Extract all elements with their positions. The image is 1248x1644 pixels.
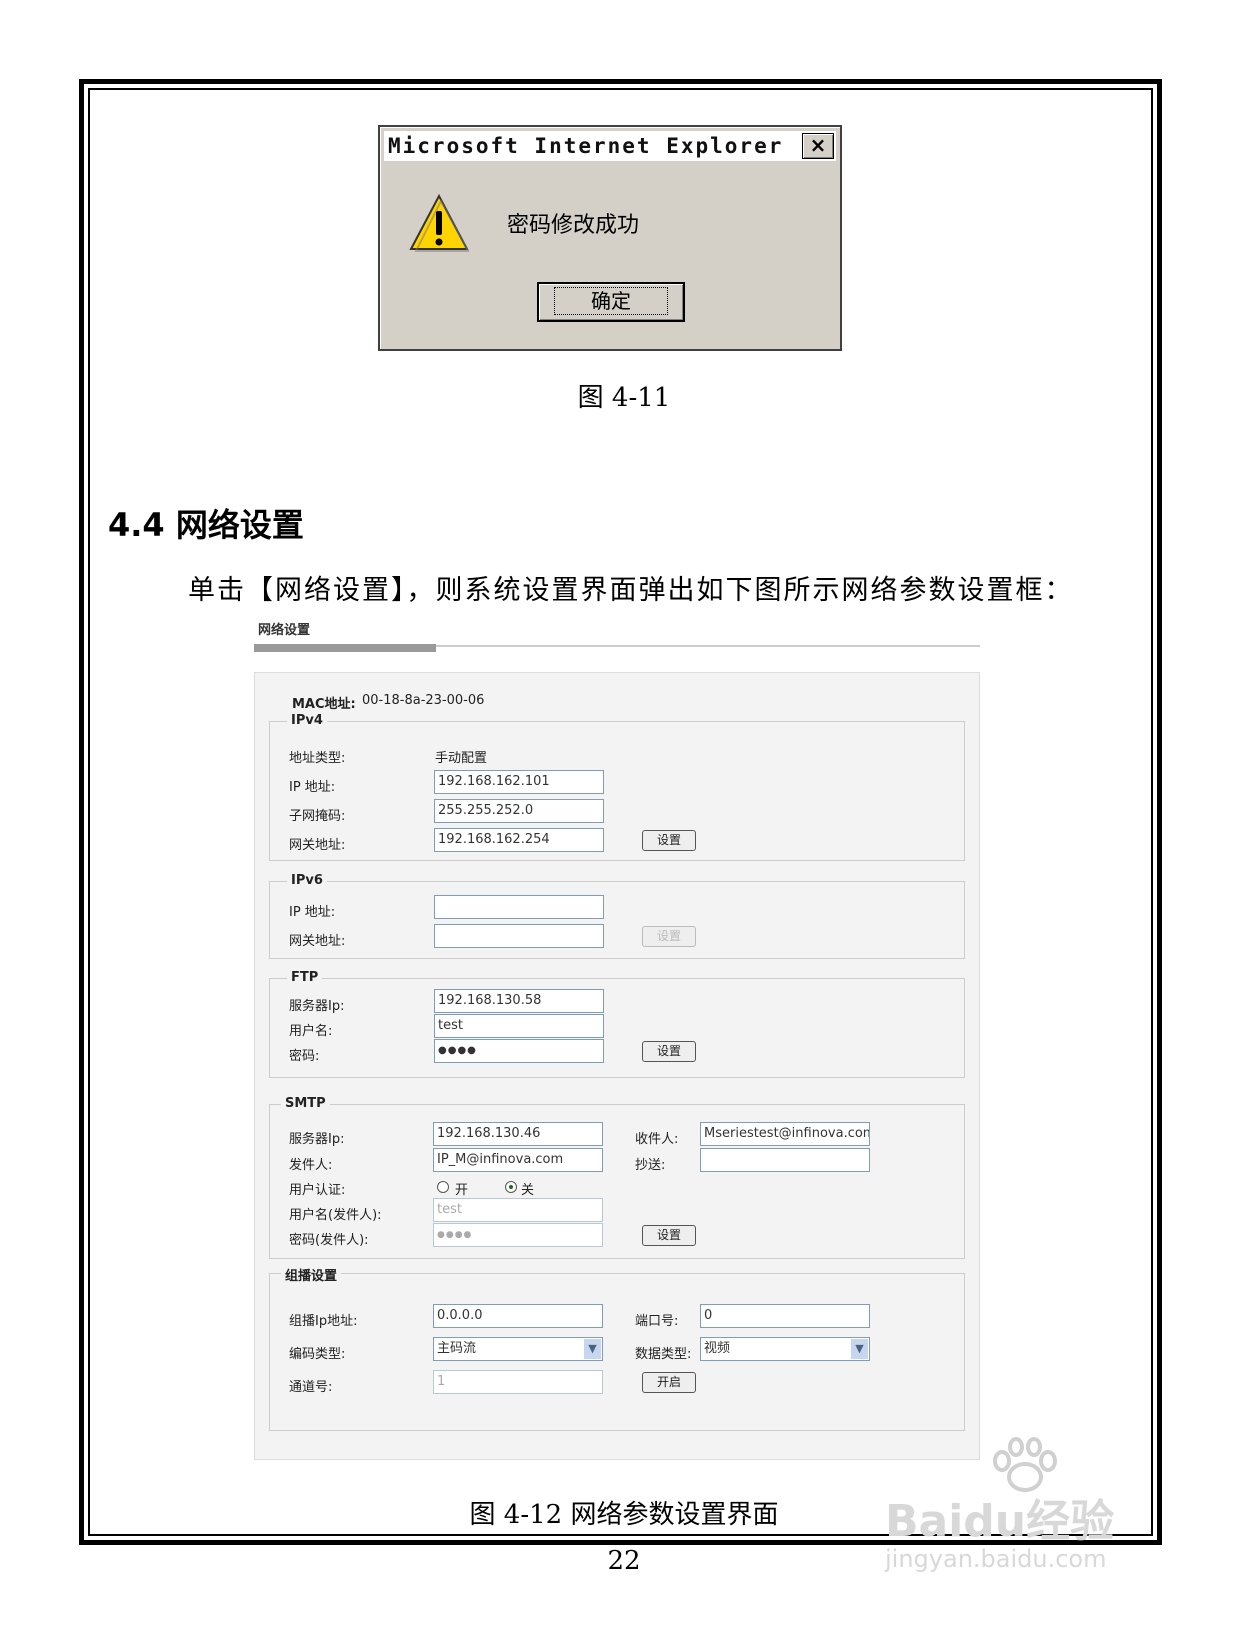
smtp-user-input[interactable]: test [433,1198,603,1222]
network-settings-title: 网络设置 [258,623,311,638]
auth-off-label: 关 [521,1183,535,1198]
ipv4-ip-label: IP 地址: [289,780,336,795]
settings-panel: MAC地址: 00-18-8a-23-00-06 IPv4 地址类型: 手动配置… [254,672,980,1460]
warning-icon [409,193,470,252]
ftp-user-input[interactable]: test [434,1014,604,1038]
ie-alert-dialog: Microsoft Internet Explorer × 密码修改成功 确定 [378,125,842,351]
smtp-server-label: 服务器Ip: [289,1132,345,1147]
ftp-set-button[interactable]: 设置 [642,1041,696,1062]
smtp-cc-input[interactable] [700,1148,870,1172]
ftp-group [269,978,965,1078]
ipv6-ip-input[interactable] [434,895,604,919]
smtp-server-input[interactable]: 192.168.130.46 [433,1122,603,1146]
encoding-type-value: 主码流 [437,1341,477,1356]
ipv6-ip-label: IP 地址: [289,905,336,920]
ipv6-gw-input[interactable] [434,924,604,948]
ipv6-set-button[interactable]: 设置 [642,926,696,947]
data-type-select[interactable]: 视频 ▼ [700,1337,870,1361]
multicast-ip-label: 组播Ip地址: [289,1314,358,1329]
smtp-pwd-input[interactable]: ●●●● [433,1223,603,1247]
data-type-label: 数据类型: [635,1347,692,1362]
multicast-group-title: 组播设置 [281,1265,342,1284]
multicast-open-button[interactable]: 开启 [642,1372,696,1393]
multicast-ip-input[interactable]: 0.0.0.0 [433,1304,603,1328]
ftp-group-title: FTP [287,970,323,985]
channel-input[interactable]: 1 [433,1370,603,1394]
ipv4-group [269,721,965,861]
ipv4-gw-input[interactable]: 192.168.162.254 [434,828,604,852]
dialog-title-bar: Microsoft Internet Explorer [384,131,836,161]
ipv4-ip-input[interactable]: 192.168.162.101 [434,770,604,794]
ftp-pwd-label: 密码: [289,1049,320,1064]
ipv6-group [269,881,965,959]
page-number: 22 [607,1546,641,1576]
ipv4-mask-input[interactable]: 255.255.252.0 [434,799,604,823]
dialog-close-button[interactable]: × [802,133,834,159]
ipv4-set-button[interactable]: 设置 [642,830,696,851]
figure-caption-4-11: 图 4-11 [577,383,671,413]
addr-type-value: 手动配置 [435,751,488,766]
smtp-cc-label: 抄送: [635,1158,666,1173]
chevron-down-icon: ▼ [851,1339,868,1359]
ipv4-group-title: IPv4 [287,713,327,728]
mac-value: 00-18-8a-23-00-06 [362,693,485,708]
watermark-brand: Baidu经验 [885,1496,1115,1547]
ipv6-gw-label: 网关地址: [289,934,346,949]
auth-on-label: 开 [455,1183,469,1198]
smtp-user-label: 用户名(发件人): [289,1208,382,1223]
channel-label: 通道号: [289,1380,333,1395]
auth-off-radio[interactable] [505,1181,517,1193]
chevron-down-icon: ▼ [584,1339,601,1359]
multicast-port-input[interactable]: 0 [700,1304,870,1328]
ftp-pwd-input[interactable]: ●●●● [434,1039,604,1063]
auth-on-radio[interactable] [437,1181,449,1193]
smtp-sender-input[interactable]: IP_M@infinova.com [433,1148,603,1172]
ipv4-mask-label: 子网掩码: [289,809,346,824]
dialog-message: 密码修改成功 [507,213,640,238]
mac-label: MAC地址: [292,697,356,712]
section-heading: 4.4 网络设置 [108,506,304,544]
dialog-ok-label: 确定 [554,287,668,315]
ipv6-group-title: IPv6 [287,873,327,888]
dialog-title: Microsoft Internet Explorer [388,134,784,158]
smtp-group-title: SMTP [281,1096,330,1111]
multicast-port-label: 端口号: [635,1314,679,1329]
ipv4-gw-label: 网关地址: [289,838,346,853]
dialog-ok-button[interactable]: 确定 [537,282,685,322]
intro-paragraph: 单击【网络设置】，则系统设置界面弹出如下图所示网络参数设置框： [188,575,1074,606]
smtp-receiver-input[interactable]: Mseriestest@infinova.com [700,1122,870,1146]
smtp-pwd-label: 密码(发件人): [289,1233,369,1248]
smtp-set-button[interactable]: 设置 [642,1225,696,1246]
smtp-auth-label: 用户认证: [289,1183,346,1198]
addr-type-label: 地址类型: [289,751,346,766]
title-underline-accent [254,644,436,652]
ftp-server-input[interactable]: 192.168.130.58 [434,989,604,1013]
smtp-sender-label: 发件人: [289,1158,333,1173]
ftp-user-label: 用户名: [289,1024,333,1039]
smtp-receiver-label: 收件人: [635,1132,679,1147]
network-settings-screenshot: 网络设置 MAC地址: 00-18-8a-23-00-06 IPv4 地址类型:… [254,615,980,1460]
data-type-value: 视频 [704,1341,731,1356]
encoding-type-label: 编码类型: [289,1347,346,1362]
ftp-server-label: 服务器Ip: [289,999,345,1014]
encoding-type-select[interactable]: 主码流 ▼ [433,1337,603,1361]
